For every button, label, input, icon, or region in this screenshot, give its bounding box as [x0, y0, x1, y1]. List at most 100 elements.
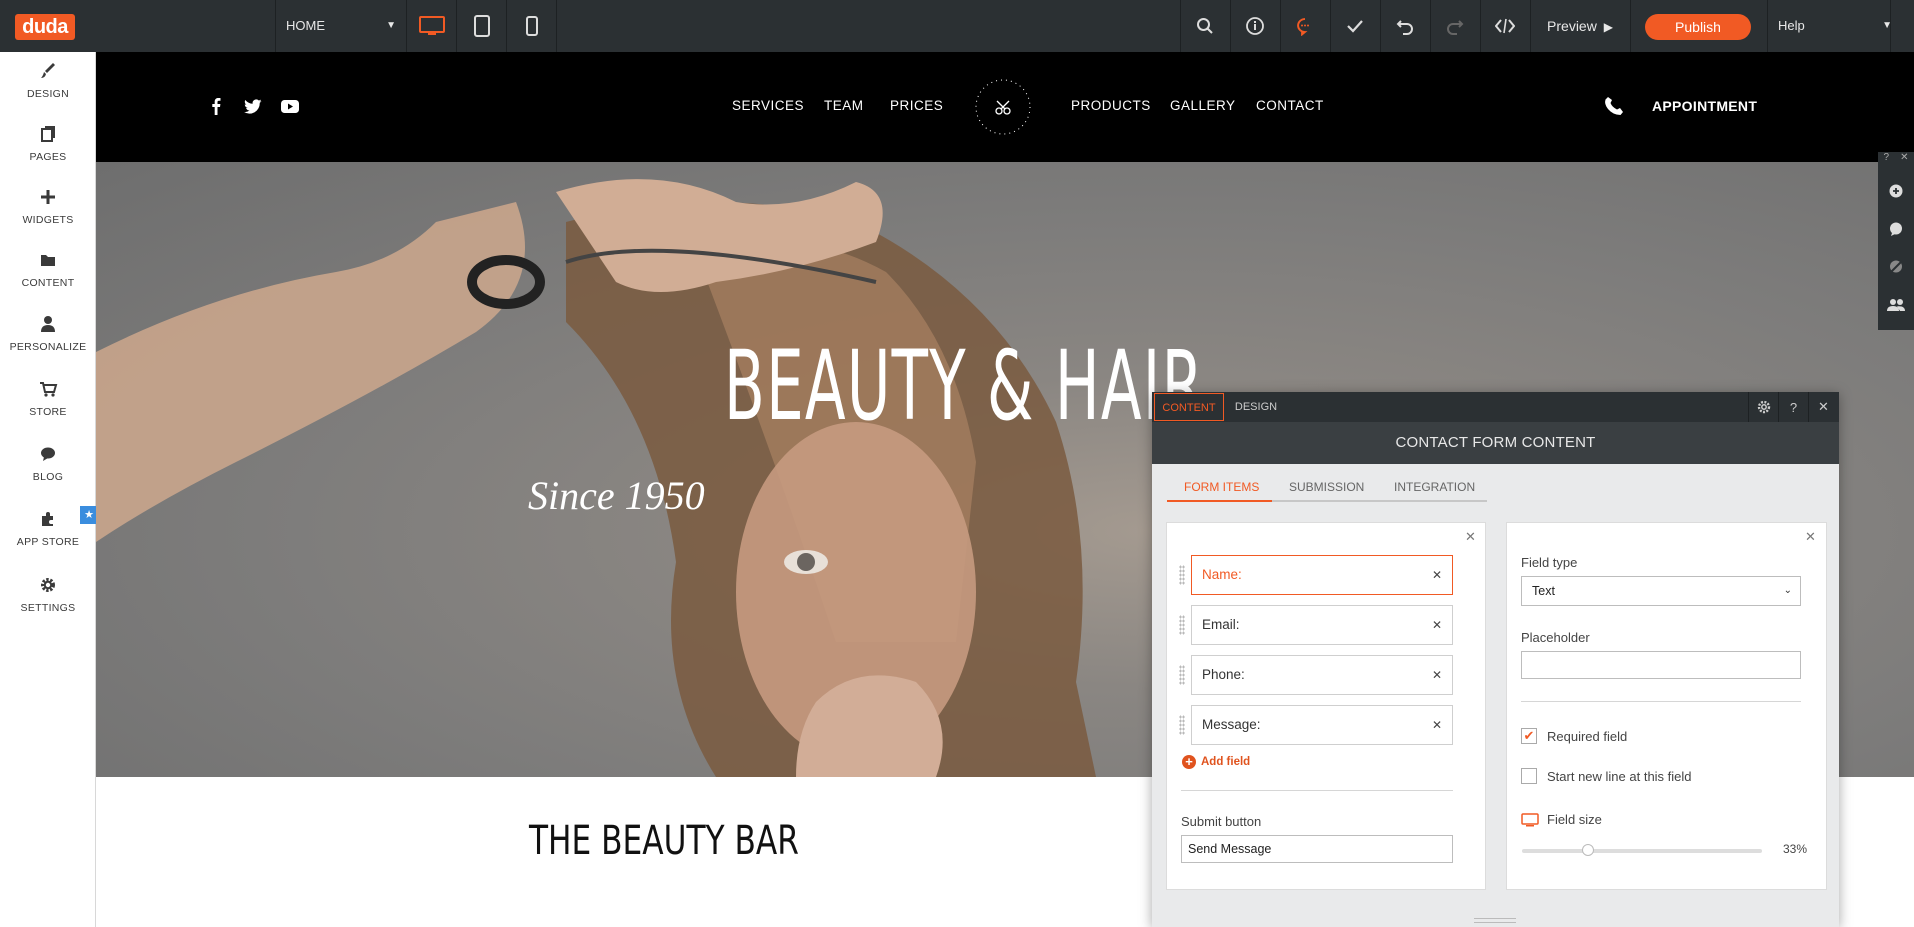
- drag-handle-icon[interactable]: [1179, 615, 1185, 635]
- sidebar-item-label: DESIGN: [26, 88, 70, 100]
- folder-icon: [0, 249, 96, 271]
- form-field-name[interactable]: Name: ✕: [1191, 555, 1453, 595]
- field-type-select[interactable]: Text ⌄: [1521, 576, 1801, 606]
- help-icon[interactable]: ?: [1884, 152, 1890, 168]
- close-icon[interactable]: ✕: [1465, 529, 1476, 545]
- comments-button[interactable]: [1878, 210, 1914, 248]
- remove-field-icon[interactable]: ✕: [1432, 606, 1442, 644]
- remove-field-icon[interactable]: ✕: [1432, 656, 1442, 694]
- subtab-submission[interactable]: SUBMISSION: [1289, 480, 1364, 494]
- tablet-view-button[interactable]: [457, 0, 507, 52]
- mobile-view-button[interactable]: [507, 0, 557, 52]
- close-icon[interactable]: ✕: [1805, 529, 1816, 545]
- field-size-value: 33%: [1783, 842, 1808, 856]
- speech-bubble-icon: [0, 443, 96, 465]
- undo-button[interactable]: [1380, 0, 1430, 52]
- sidebar-item-design[interactable]: DESIGN: [0, 52, 96, 116]
- new-line-label: Start new line at this field: [1547, 769, 1692, 784]
- appointment-link[interactable]: APPOINTMENT: [1652, 98, 1757, 114]
- new-line-checkbox[interactable]: [1521, 768, 1537, 784]
- sidebar-item-label: PERSONALIZE: [9, 341, 87, 353]
- tab-content[interactable]: CONTENT: [1154, 393, 1224, 421]
- youtube-icon[interactable]: [280, 96, 300, 116]
- brush-icon: [0, 60, 96, 82]
- sidebar-item-blog[interactable]: BLOG: [0, 435, 96, 499]
- sidebar-item-label: PAGES: [29, 151, 67, 163]
- subtab-form-items[interactable]: FORM ITEMS: [1184, 480, 1259, 494]
- required-checkbox[interactable]: ✔: [1521, 728, 1537, 744]
- sidebar-item-pages[interactable]: PAGES: [0, 115, 96, 179]
- panel-resize-grip[interactable]: [1474, 918, 1516, 923]
- facebook-icon[interactable]: [206, 96, 226, 116]
- panel-help-button[interactable]: ?: [1778, 392, 1808, 422]
- duda-logo[interactable]: duda: [15, 14, 75, 40]
- form-field-message[interactable]: Message: ✕: [1191, 705, 1453, 745]
- sidebar-item-store[interactable]: STORE: [0, 370, 96, 434]
- collaborators-button[interactable]: [1878, 286, 1914, 324]
- add-field-button[interactable]: + Add field: [1182, 755, 1250, 769]
- sidebar-item-label: BLOG: [32, 471, 64, 483]
- placeholder-input[interactable]: [1521, 651, 1801, 679]
- comments-button[interactable]: [1280, 0, 1330, 52]
- tab-design[interactable]: DESIGN: [1226, 393, 1286, 421]
- publish-button[interactable]: Publish: [1645, 14, 1751, 40]
- undo-icon: [1396, 20, 1413, 35]
- nav-contact[interactable]: CONTACT: [1256, 98, 1324, 113]
- subtab-integration[interactable]: INTEGRATION: [1394, 480, 1475, 494]
- desktop-view-button[interactable]: [407, 0, 457, 52]
- nav-gallery[interactable]: GALLERY: [1170, 98, 1236, 113]
- sidebar-item-label: SETTINGS: [20, 602, 76, 614]
- nav-team[interactable]: TEAM: [824, 98, 864, 113]
- scissors-logo-icon: [975, 79, 1031, 135]
- drag-handle-icon[interactable]: [1179, 665, 1185, 685]
- submit-button-input[interactable]: Send Message: [1181, 835, 1453, 863]
- submit-button-label: Submit button: [1181, 814, 1262, 829]
- mobile-icon: [526, 16, 538, 36]
- nav-services[interactable]: SERVICES: [732, 98, 804, 113]
- twitter-icon[interactable]: [243, 96, 263, 116]
- phone-icon[interactable]: [1604, 96, 1624, 121]
- preview-label: Preview: [1547, 18, 1597, 34]
- top-toolbar: duda HOME ▼ Preview ▶ Publish Help ▼: [0, 0, 1914, 52]
- contact-form-editor: CONTENT DESIGN ? ✕ CONTACT FORM CONTENT …: [1152, 392, 1839, 927]
- remove-field-icon[interactable]: ✕: [1432, 706, 1442, 744]
- page-selector[interactable]: HOME ▼: [276, 0, 406, 52]
- form-field-email[interactable]: Email: ✕: [1191, 605, 1453, 645]
- hide-comments-button[interactable]: [1878, 248, 1914, 286]
- nav-prices[interactable]: PRICES: [890, 98, 943, 113]
- slider-knob[interactable]: [1582, 844, 1594, 856]
- site-logo[interactable]: [968, 72, 1038, 142]
- required-label: Required field: [1547, 729, 1628, 744]
- panel-close-button[interactable]: ✕: [1808, 392, 1838, 422]
- preview-button[interactable]: Preview ▶: [1530, 0, 1630, 52]
- drag-handle-icon[interactable]: [1179, 565, 1185, 585]
- question-icon: ?: [1789, 399, 1798, 415]
- panel-settings-button[interactable]: [1748, 392, 1778, 422]
- drag-handle-icon[interactable]: [1179, 715, 1185, 735]
- add-field-label: Add field: [1201, 756, 1251, 768]
- code-button[interactable]: [1480, 0, 1530, 52]
- sidebar-item-content[interactable]: CONTENT: [0, 241, 96, 305]
- cart-icon: [0, 378, 96, 400]
- sidebar-item-widgets[interactable]: WIDGETS: [0, 178, 96, 242]
- field-settings-card: ✕ Field type Text ⌄ Placeholder ✔ Requir…: [1506, 522, 1827, 890]
- sidebar-item-settings[interactable]: SETTINGS: [0, 566, 96, 630]
- form-field-phone[interactable]: Phone: ✕: [1191, 655, 1453, 695]
- redo-button[interactable]: [1430, 0, 1480, 52]
- checklist-button[interactable]: [1330, 0, 1380, 52]
- close-icon[interactable]: ✕: [1900, 152, 1908, 168]
- remove-field-icon[interactable]: ✕: [1432, 556, 1442, 594]
- add-comment-button[interactable]: [1878, 172, 1914, 210]
- section-title: THE BEAUTY BAR: [529, 818, 799, 864]
- info-button[interactable]: [1230, 0, 1280, 52]
- search-button[interactable]: [1180, 0, 1230, 52]
- sidebar-item-personalize[interactable]: PERSONALIZE: [0, 305, 96, 369]
- chevron-down-icon: ⌄: [1783, 585, 1792, 596]
- nav-products[interactable]: PRODUCTS: [1071, 98, 1151, 113]
- checkmark-icon: [1347, 20, 1363, 33]
- field-size-slider[interactable]: [1522, 844, 1762, 856]
- tablet-icon: [474, 15, 490, 37]
- sidebar-item-label: APP STORE: [16, 536, 80, 548]
- help-menu[interactable]: Help ▼: [1768, 0, 1914, 52]
- field-type-value: Text: [1532, 584, 1555, 598]
